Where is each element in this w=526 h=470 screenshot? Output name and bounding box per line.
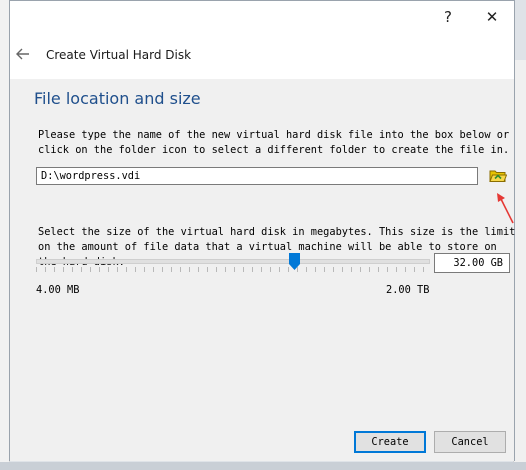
slider-thumb[interactable] <box>288 253 300 270</box>
file-path-input[interactable] <box>36 167 478 185</box>
create-virtual-hard-disk-dialog: ? ✕ Create Virtual Hard Disk File locati… <box>9 0 515 461</box>
section-title: File location and size <box>34 89 201 108</box>
content-area: File location and size Please type the n… <box>10 79 516 415</box>
create-button[interactable]: Create <box>354 431 426 453</box>
annotation-arrow <box>497 193 514 224</box>
size-description-line: Select the size of the virtual hard disk… <box>38 226 516 238</box>
range-max-label: 2.00 TB <box>386 284 430 296</box>
location-description-line: Please type the name of the new virtual … <box>38 129 510 141</box>
background-taskbar <box>0 462 526 470</box>
slider-track <box>36 259 430 264</box>
choose-folder-button[interactable] <box>488 167 508 185</box>
size-slider[interactable] <box>36 253 430 273</box>
close-button[interactable]: ✕ <box>470 1 514 33</box>
help-button[interactable]: ? <box>426 1 470 33</box>
arrow-left-icon[interactable] <box>14 45 32 63</box>
dialog-footer: Create Cancel <box>10 415 514 461</box>
folder-open-icon <box>489 170 507 182</box>
slider-ticks <box>36 267 430 272</box>
location-description-line: click on the folder icon to select a dif… <box>38 144 510 156</box>
size-input[interactable] <box>434 253 510 273</box>
title-bar-buttons: ? ✕ <box>426 1 514 35</box>
dialog-title: Create Virtual Hard Disk <box>46 48 192 62</box>
cancel-button[interactable]: Cancel <box>434 431 506 453</box>
size-description-line: on the amount of file data that a virtua… <box>38 241 497 253</box>
location-description: Please type the name of the new virtual … <box>38 128 510 158</box>
range-min-label: 4.00 MB <box>36 284 80 296</box>
